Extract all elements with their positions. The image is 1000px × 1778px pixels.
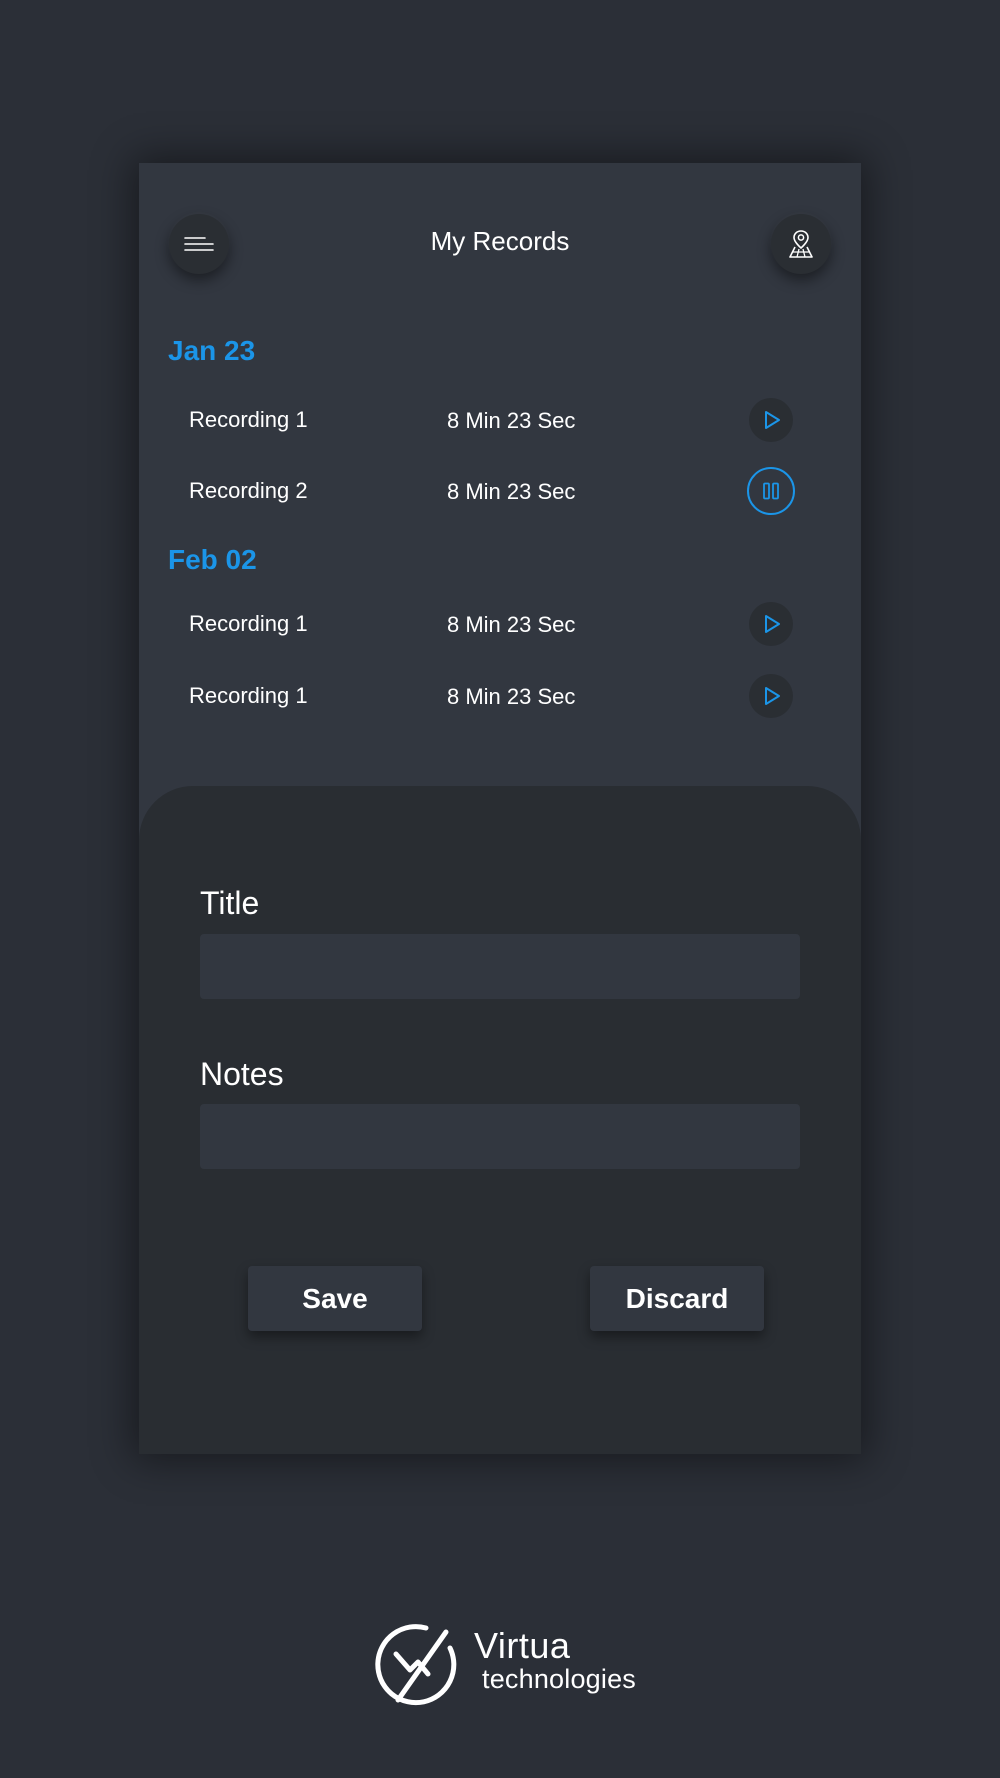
brand-logo: Virtua technologies — [370, 1620, 637, 1710]
recording-name: Recording 1 — [189, 407, 308, 432]
recording-duration: 8 Min 23 Sec — [447, 479, 576, 504]
discard-button[interactable]: Discard — [590, 1266, 764, 1331]
recording-duration: 8 Min 23 Sec — [447, 684, 576, 709]
play-icon — [765, 687, 780, 705]
pause-icon — [763, 482, 779, 500]
play-button[interactable] — [749, 674, 793, 718]
recording-name: Recording 1 — [189, 611, 308, 636]
recording-row[interactable]: Recording 2 8 Min 23 Sec — [139, 467, 861, 517]
recording-name: Recording 2 — [189, 478, 308, 503]
recording-duration: 8 Min 23 Sec — [447, 408, 576, 433]
play-icon — [765, 615, 780, 633]
phone-screen: My Records Jan 23 Recording 1 8 Min 23 S… — [139, 163, 861, 1454]
recording-row[interactable]: Recording 1 8 Min 23 Sec — [139, 674, 861, 722]
record-details-sheet: Title Notes Save Discard — [139, 786, 861, 1454]
recording-row[interactable]: Recording 1 8 Min 23 Sec — [139, 398, 861, 446]
title-label: Title — [200, 885, 260, 921]
page-title: My Records — [430, 226, 570, 256]
title-input[interactable] — [200, 934, 800, 999]
brand-tagline: technologies — [482, 1664, 637, 1694]
recording-duration: 8 Min 23 Sec — [447, 612, 576, 637]
map-pin-icon — [789, 230, 813, 258]
play-button[interactable] — [749, 398, 793, 442]
pause-button[interactable] — [747, 467, 795, 515]
notes-label: Notes — [200, 1056, 284, 1092]
play-icon — [765, 411, 780, 429]
notes-input[interactable] — [200, 1104, 800, 1169]
date-heading-feb-02: Feb 02 — [168, 544, 257, 575]
recording-row[interactable]: Recording 1 8 Min 23 Sec — [139, 602, 861, 650]
save-button[interactable]: Save — [248, 1266, 422, 1331]
brand-name: Virtua — [474, 1625, 571, 1666]
virtua-logo-icon — [375, 1624, 457, 1706]
recording-name: Recording 1 — [189, 683, 308, 708]
map-button[interactable] — [771, 214, 831, 274]
play-button[interactable] — [749, 602, 793, 646]
date-heading-jan-23: Jan 23 — [168, 335, 256, 366]
